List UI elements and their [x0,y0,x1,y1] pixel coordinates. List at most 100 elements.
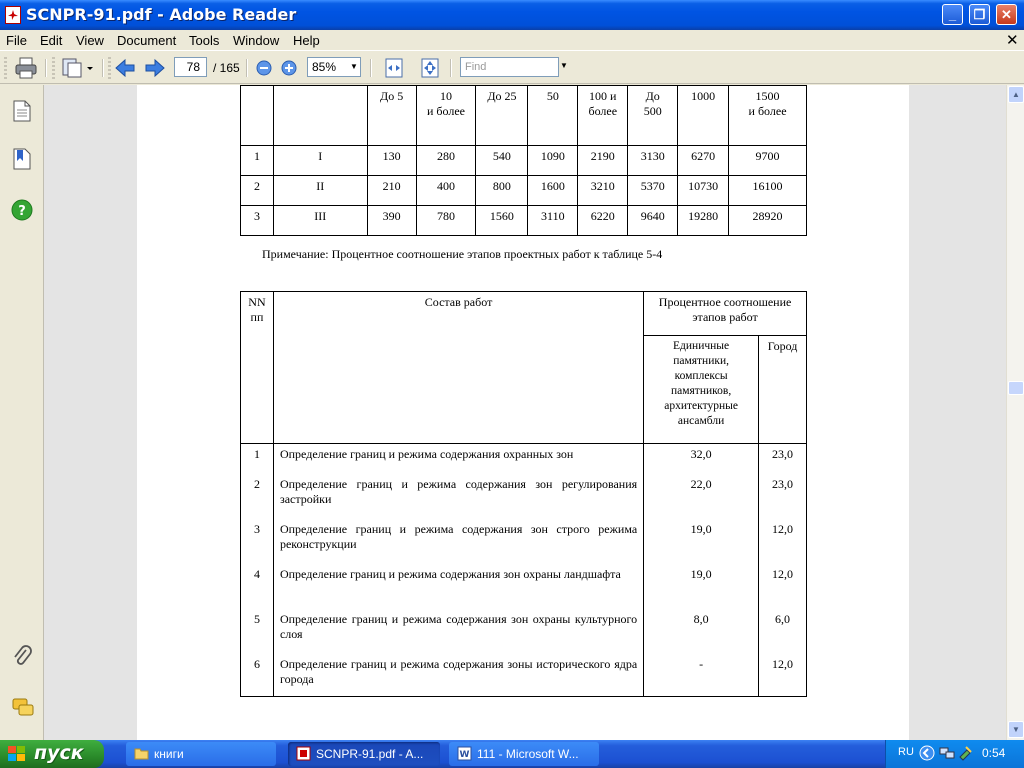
value-cell: 1560 [475,205,529,236]
menu-help[interactable]: Help [293,33,320,48]
work-description: Определение границ и режима содержания з… [272,473,645,519]
menu-bar: File Edit View Document Tools Window Hel… [0,30,1024,50]
system-tray: RU 0:54 [885,740,1024,768]
vertical-scrollbar[interactable]: ▲ ▼ [1006,85,1024,740]
value-cell: 540 [475,145,529,176]
table-row: 1 Определение границ и режима содержания … [240,443,807,474]
pages-panel-icon[interactable] [11,99,33,123]
clock: 0:54 [982,746,1006,760]
zoom-out-icon[interactable] [255,57,273,79]
scroll-thumb[interactable] [1008,381,1024,395]
value-cell: 23,0 [758,443,807,474]
value-cell: 130 [366,145,417,176]
network-icon[interactable] [939,745,955,761]
row-number: 3 [240,518,274,564]
navigation-panel: ? [0,85,44,740]
header-cell: До 5 [366,85,417,146]
header-cell: До 25 [475,85,529,146]
table-row: 3 Определение границ и режима содержания … [240,518,807,564]
value-cell: 8,0 [643,608,760,654]
task-folder[interactable]: книги [126,742,276,766]
minimize-button[interactable]: _ [942,4,963,25]
row-number: 2 [240,473,274,519]
menu-window[interactable]: Window [233,33,279,48]
toolbar-grip[interactable] [4,57,7,79]
value-cell: 10730 [677,175,730,206]
comments-icon[interactable] [11,697,35,719]
task-label: 111 - Microsoft W... [477,747,579,761]
menu-view[interactable]: View [76,33,104,48]
zoom-select[interactable]: 85% ▼ [307,57,361,77]
windows-logo-icon [8,746,25,761]
page-number-input[interactable]: 78 [174,57,207,77]
menu-document[interactable]: Document [117,33,176,48]
task-word[interactable]: W 111 - Microsoft W... [449,742,599,766]
row-number: 3 [240,205,274,236]
document-close-icon[interactable]: ✕ [1006,31,1019,49]
table-row: 4 Определение границ и режима содержания … [240,563,807,609]
table-row: 1I 130 280 540 1090 2190 3130 6270 9700 [240,145,807,176]
value-cell: 19280 [677,205,730,236]
value-cell: 780 [415,205,477,236]
zoom-in-icon[interactable] [280,57,298,79]
word-icon: W [457,746,472,761]
fit-width-icon[interactable] [384,57,404,79]
document-area[interactable]: До 5 10 и более До 25 50 100 и более До … [44,85,1006,740]
bookmarks-icon[interactable] [11,147,33,171]
value-cell: 12,0 [758,518,807,564]
menu-edit[interactable]: Edit [40,33,62,48]
scroll-up-icon[interactable]: ▲ [1008,86,1024,103]
menu-file[interactable]: File [6,33,27,48]
row-number: 1 [240,145,274,176]
find-options-icon[interactable]: ▼ [560,61,568,70]
stages-table: NN пп Состав работ Процентное соотношени… [240,291,807,697]
toolbar-separator [450,59,452,77]
pdf-icon [296,746,311,761]
value-cell: 9640 [627,205,679,236]
value-cell: 1600 [527,175,579,206]
print-icon[interactable] [14,57,38,79]
attachment-icon[interactable] [11,645,33,669]
tray-expand-icon[interactable] [919,745,935,761]
find-input[interactable]: Find [460,57,559,77]
pdf-app-icon [5,6,21,24]
table-row: 5 Определение границ и режима содержания … [240,608,807,654]
chevron-down-icon[interactable]: ▼ [348,58,360,76]
header-cell: 100 и более [577,85,629,146]
task-label: книги [154,747,184,761]
page-total: / 165 [213,61,240,75]
value-cell: 400 [415,175,477,206]
category-cell: II [272,175,368,206]
maximize-button[interactable]: ❐ [969,4,990,25]
toolbar-grip[interactable] [108,57,111,79]
fit-page-icon[interactable] [420,57,440,79]
header-cell: 50 [527,85,579,146]
help-icon[interactable]: ? [11,199,33,221]
menu-tools[interactable]: Tools [189,33,219,48]
note-text: Примечание: Процентное соотношение этапо… [262,247,663,261]
safely-remove-icon[interactable] [957,745,973,761]
pages-icon[interactable] [60,57,94,79]
value-cell: 19,0 [643,563,760,609]
language-indicator[interactable]: RU [898,746,914,758]
value-cell: 6270 [677,145,730,176]
close-button[interactable]: ✕ [996,4,1017,25]
table-header-row: NN пп Состав работ Процентное соотношени… [240,291,807,444]
scroll-down-icon[interactable]: ▼ [1008,721,1024,738]
title-bar[interactable]: SCNPR-91.pdf - Adobe Reader _ ❐ ✕ [0,0,1024,30]
toolbar-grip[interactable] [52,57,55,79]
next-page-icon[interactable] [144,57,166,79]
value-cell: 3130 [627,145,679,176]
value-cell: 28920 [728,205,807,236]
minimize-icon: _ [948,7,957,22]
close-icon: ✕ [1001,7,1012,22]
task-adobe-reader[interactable]: SCNPR-91.pdf - A... [288,742,440,766]
work-description: Определение границ и режима содержания з… [272,653,645,697]
folder-icon [134,748,149,760]
work-description: Определение границ и режима содержания з… [272,518,645,564]
header-cell: 10 и более [415,85,477,146]
value-cell: 6220 [577,205,629,236]
start-button[interactable]: пуск [0,740,104,768]
row-number: 1 [240,443,274,474]
previous-page-icon[interactable] [114,57,136,79]
